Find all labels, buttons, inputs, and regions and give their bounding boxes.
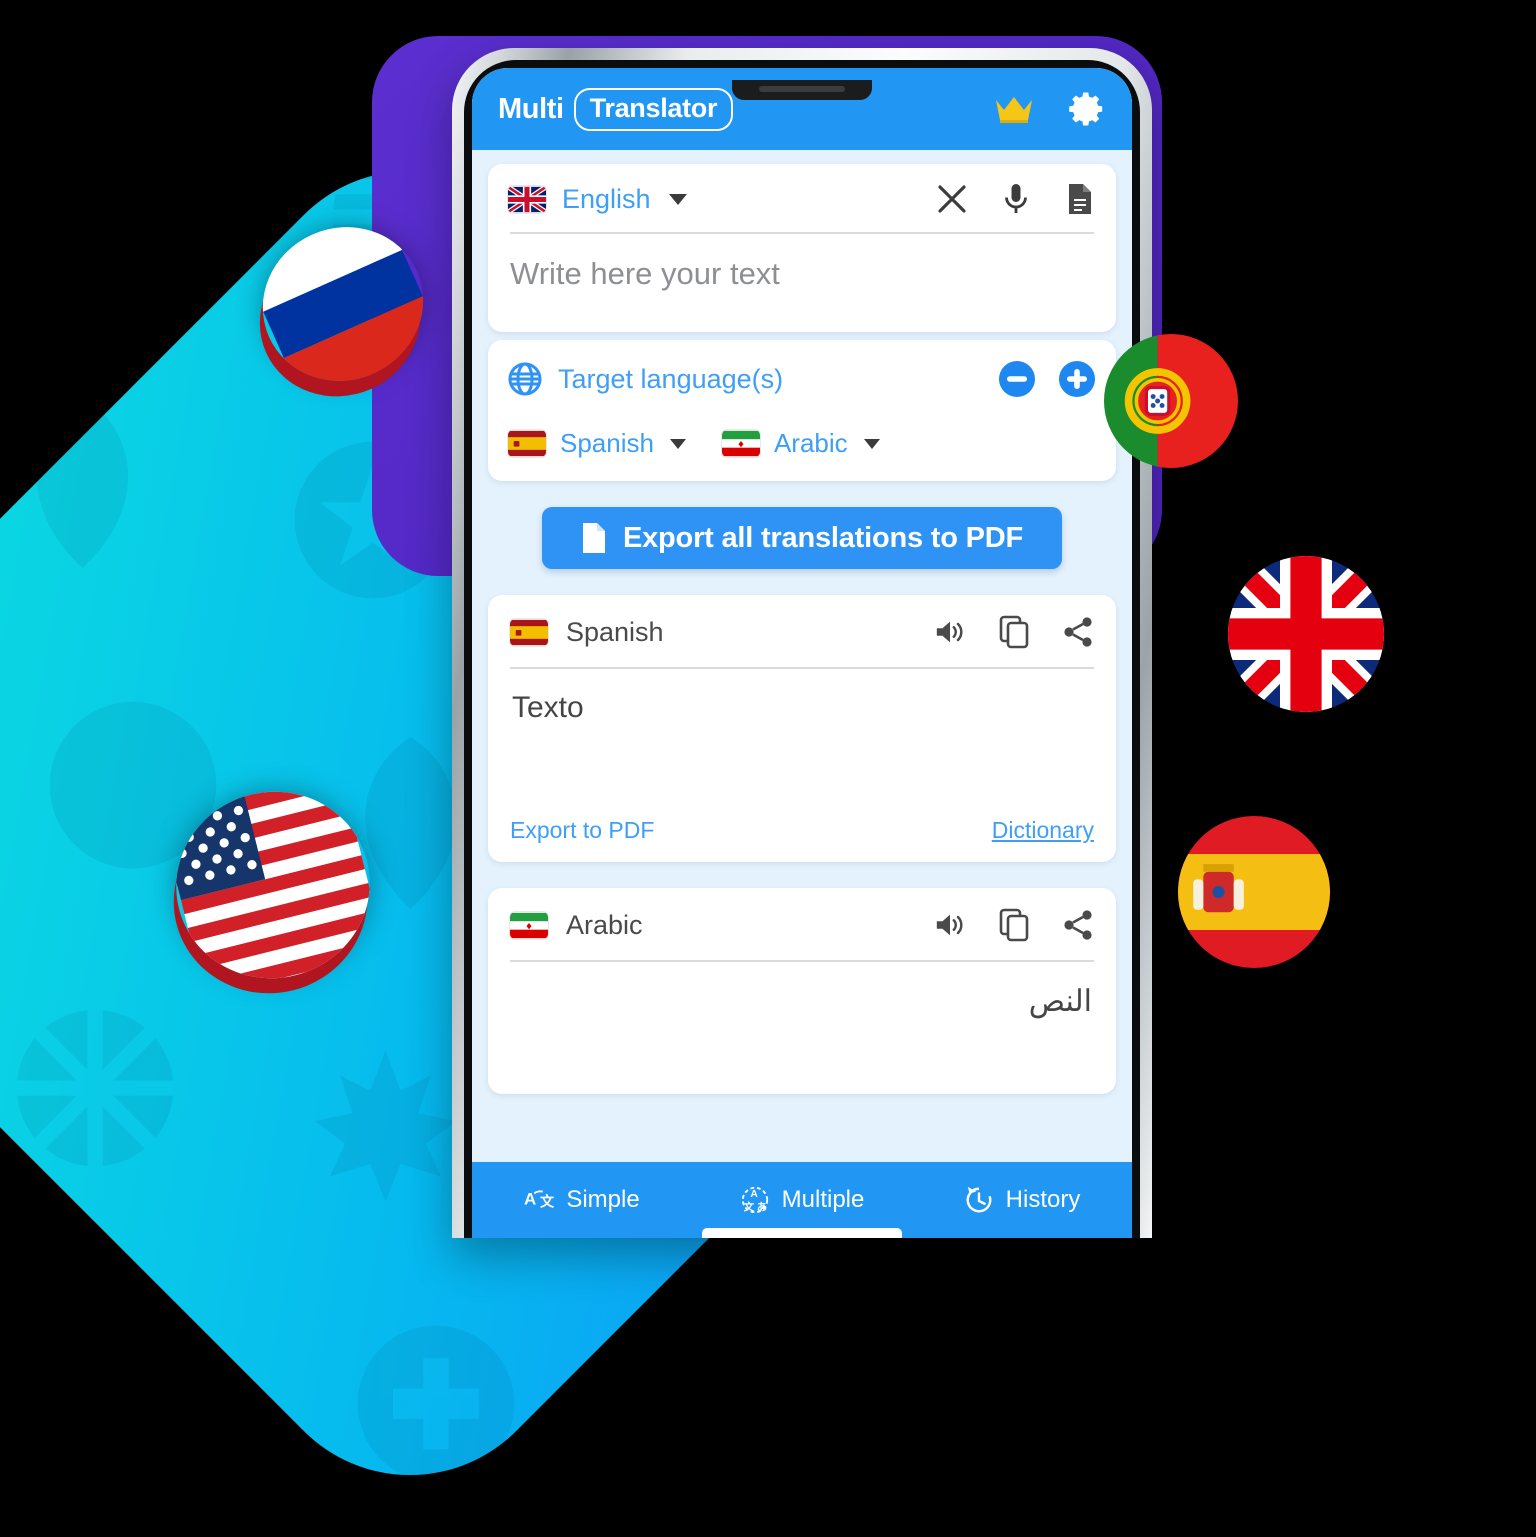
app-content[interactable]: English Write here your text Target lang… [472, 150, 1132, 1162]
share-icon[interactable] [1062, 908, 1094, 942]
chevron-down-icon[interactable] [668, 193, 687, 205]
nav-item-history[interactable]: History [912, 1185, 1132, 1215]
flag-iran-icon [721, 430, 760, 457]
flag-spain-icon [1178, 816, 1330, 968]
export-to-pdf-link-0[interactable]: Export to PDF [510, 817, 654, 844]
target-header: Target language(s) [508, 360, 1096, 398]
target-language-item-1[interactable]: Arabic [721, 428, 880, 459]
app-bar-actions [994, 90, 1106, 128]
home-indicator [702, 1228, 902, 1238]
gear-icon[interactable] [1068, 90, 1106, 128]
copy-icon[interactable] [998, 908, 1030, 942]
export-all-label: Export all translations to PDF [622, 521, 1024, 554]
microphone-icon[interactable] [1000, 182, 1032, 216]
flag-spain-icon [508, 430, 546, 457]
plus-icon[interactable] [1058, 360, 1096, 398]
target-language-card: Target language(s) Spanish Arabic [488, 340, 1116, 481]
decorative-flag-uk [1228, 556, 1384, 712]
scene: Multi Translator English Write here your… [0, 0, 1536, 1537]
target-title-label: Target language(s) [558, 363, 784, 394]
translator-app: Multi Translator English Write here your… [472, 68, 1132, 1238]
source-language-label[interactable]: English [562, 184, 651, 215]
source-text-input[interactable]: Write here your text [508, 234, 1096, 318]
svg-text:文: 文 [742, 1200, 754, 1213]
translation-result-card-1: Arabic النص [488, 888, 1116, 1094]
flag-uk-icon [1228, 556, 1384, 712]
decorative-flag-spain [1178, 816, 1330, 968]
phone-mockup: Multi Translator English Write here your… [452, 48, 1152, 1238]
result-header-1: Arabic [510, 908, 1094, 942]
source-action-icons [936, 182, 1096, 216]
chevron-down-icon[interactable] [669, 438, 686, 449]
nav-item-multiple[interactable]: A 文 あ Multiple [692, 1185, 912, 1215]
svg-text:A: A [750, 1189, 758, 1200]
target-language-label-1: Arabic [773, 428, 848, 458]
target-language-label-0: Spanish [560, 428, 654, 458]
target-count-controls [998, 360, 1096, 398]
export-all-to-pdf-button[interactable]: Export all translations to PDF [542, 507, 1062, 569]
flag-iran-icon [510, 912, 548, 939]
result-footer-0: Export to PDF Dictionary [510, 783, 1094, 844]
nav-label-history: History [1005, 1186, 1081, 1213]
translate-simple-icon: A 文 [524, 1185, 554, 1215]
chevron-down-icon[interactable] [863, 438, 880, 449]
brand-primary-label: Multi [498, 92, 564, 125]
document-icon[interactable] [1064, 182, 1096, 216]
result-header-0: Spanish [510, 615, 1094, 649]
flag-spain-icon [510, 619, 548, 646]
crown-icon[interactable] [994, 94, 1034, 124]
svg-text:あ: あ [757, 1200, 767, 1213]
flag-uk-icon [508, 185, 546, 213]
brand-secondary-label: Translator [573, 87, 734, 131]
result-text-1: النص [1028, 985, 1092, 1018]
document-icon [581, 522, 607, 554]
target-language-list: Spanish Arabic [508, 428, 1096, 459]
result-actions-1 [934, 908, 1094, 942]
clear-icon[interactable] [936, 182, 968, 216]
copy-icon[interactable] [998, 615, 1030, 649]
result-language-label-1: Arabic [566, 909, 643, 940]
minus-icon[interactable] [998, 360, 1036, 398]
globe-icon [508, 362, 542, 396]
phone-screen: Multi Translator English Write here your… [472, 68, 1132, 1238]
flag-portugal-icon [1104, 334, 1238, 468]
nav-label-simple: Simple [566, 1186, 640, 1213]
source-language-row: English [508, 182, 1096, 216]
source-language-card: English Write here your text [488, 164, 1116, 332]
result-language-label-0: Spanish [566, 616, 664, 647]
bottom-navigation: A 文 Simple A 文 あ Multiple History [472, 1162, 1132, 1238]
phone-earpiece [759, 86, 845, 92]
decorative-flag-portugal [1104, 334, 1238, 468]
result-text-0: Texto [512, 691, 584, 724]
share-icon[interactable] [1062, 615, 1094, 649]
dictionary-link-0[interactable]: Dictionary [992, 817, 1094, 844]
translation-result-card-0: Spanish Texto Export to PDF Dictionary [488, 595, 1116, 862]
nav-item-simple[interactable]: A 文 Simple [472, 1185, 692, 1215]
speaker-icon[interactable] [934, 615, 966, 649]
nav-label-multiple: Multiple [781, 1186, 865, 1213]
history-clock-icon [964, 1185, 994, 1215]
target-language-item-0[interactable]: Spanish [508, 428, 686, 459]
svg-text:文: 文 [540, 1194, 554, 1210]
result-actions-0 [934, 615, 1094, 649]
speaker-icon[interactable] [934, 908, 966, 942]
translate-multiple-icon: A 文 あ [740, 1185, 770, 1215]
